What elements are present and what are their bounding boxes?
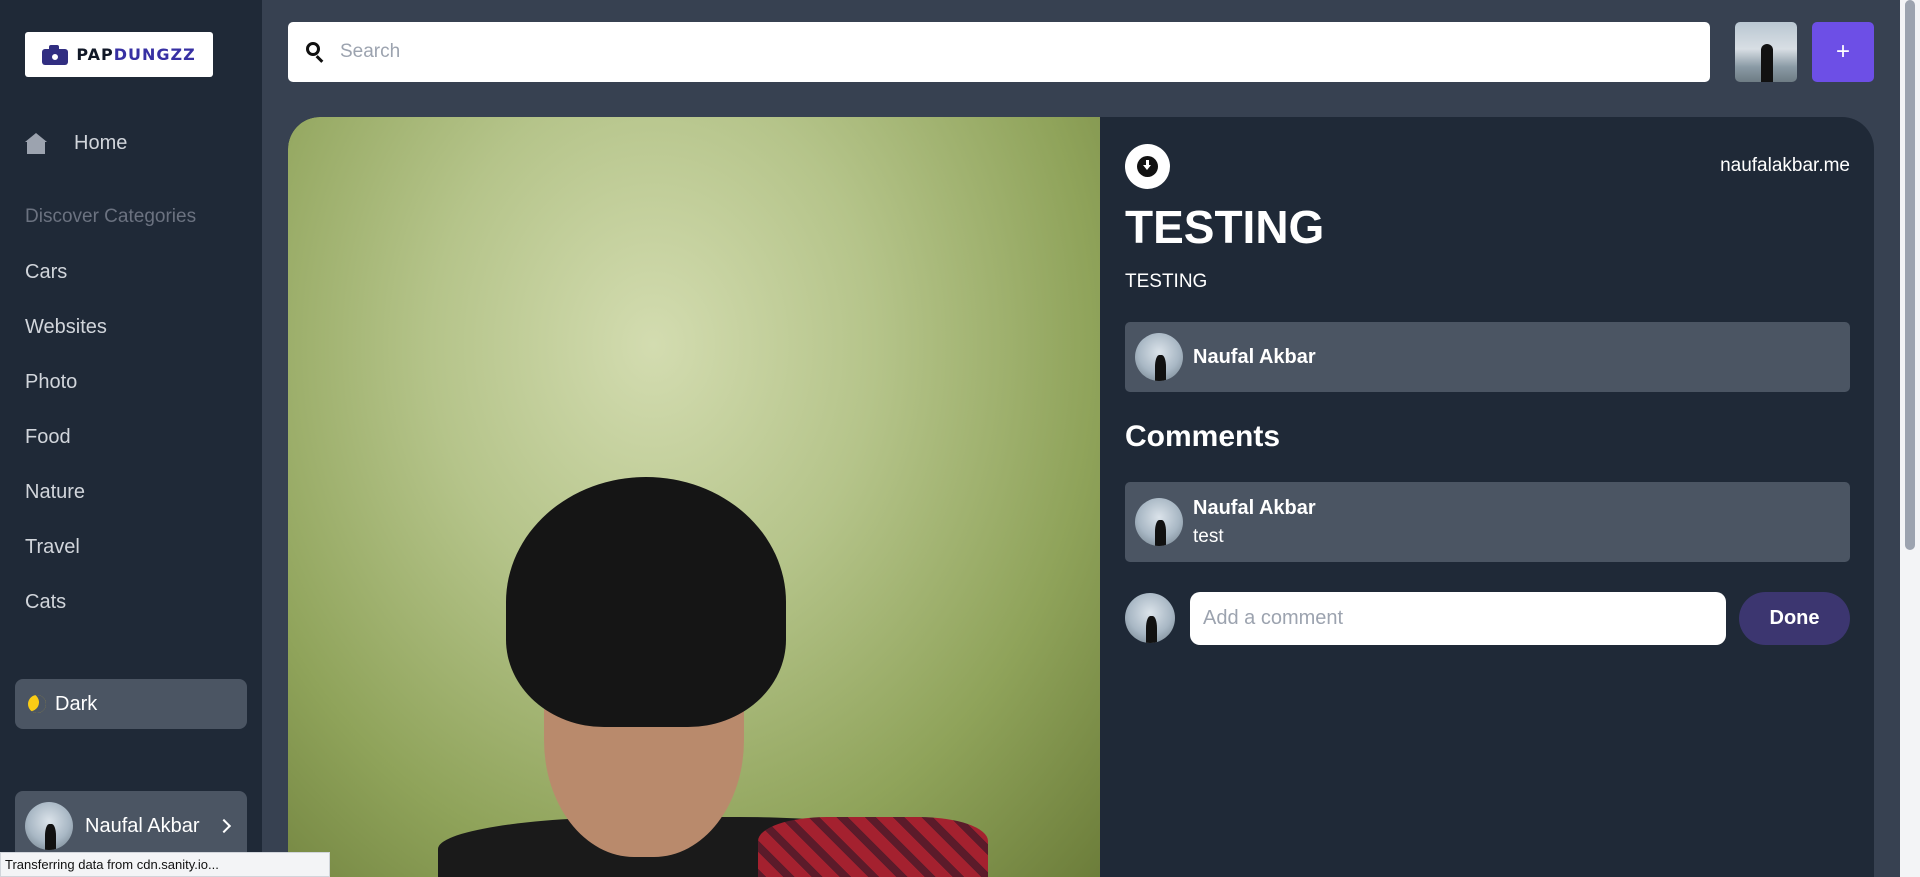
- sidebar: PAPDUNGZZ Home Discover Categories Cars …: [0, 0, 262, 877]
- page-scrollbar[interactable]: [1900, 0, 1920, 877]
- user-avatar-button[interactable]: [1735, 22, 1797, 82]
- camera-icon: [42, 44, 69, 65]
- sidebar-item-home[interactable]: Home: [25, 132, 127, 155]
- category-item-photo[interactable]: Photo: [25, 372, 107, 427]
- comment-item: Naufal Akbar test: [1125, 482, 1850, 562]
- pin-title: TESTING: [1125, 201, 1325, 253]
- dark-mode-label: Dark: [55, 692, 98, 715]
- download-icon: [1137, 156, 1158, 177]
- plus-icon: +: [1835, 38, 1850, 65]
- chevron-right-icon: [216, 818, 232, 834]
- category-item-travel[interactable]: Travel: [25, 537, 107, 592]
- avatar: [1135, 333, 1183, 381]
- search-bar: [288, 22, 1710, 82]
- home-icon: [25, 132, 47, 155]
- done-button[interactable]: Done: [1739, 592, 1850, 645]
- pin-image: [288, 117, 1100, 877]
- add-comment-row: Done: [1125, 592, 1850, 647]
- moon-icon: [25, 692, 49, 716]
- category-list: Cars Websites Photo Food Nature Travel C…: [25, 262, 107, 647]
- category-item-cars[interactable]: Cars: [25, 262, 107, 317]
- user-profile-link[interactable]: Naufal Akbar: [15, 791, 247, 861]
- pin-detail: naufalakbar.me TESTING TESTING Naufal Ak…: [288, 117, 1874, 877]
- comment-text: test: [1193, 525, 1224, 547]
- download-button[interactable]: [1125, 144, 1170, 189]
- comments-heading: Comments: [1125, 420, 1281, 453]
- pin-description: TESTING: [1125, 271, 1208, 292]
- user-name: Naufal Akbar: [85, 814, 200, 837]
- app-logo[interactable]: PAPDUNGZZ: [25, 32, 213, 77]
- logo-text: PAPDUNGZZ: [76, 45, 196, 64]
- sidebar-item-label: Home: [74, 132, 128, 154]
- comment-author: Naufal Akbar: [1193, 496, 1316, 519]
- avatar: [25, 802, 73, 850]
- search-input[interactable]: [340, 41, 1640, 63]
- scrollbar-thumb[interactable]: [1905, 0, 1915, 550]
- create-pin-button[interactable]: +: [1812, 22, 1874, 82]
- category-item-nature[interactable]: Nature: [25, 482, 107, 537]
- author-name: Naufal Akbar: [1193, 345, 1316, 368]
- comment-input[interactable]: [1190, 592, 1726, 645]
- category-item-cats[interactable]: Cats: [25, 592, 107, 647]
- search-icon: [306, 42, 326, 63]
- dark-mode-toggle[interactable]: Dark: [15, 679, 247, 729]
- destination-link[interactable]: naufalakbar.me: [1720, 155, 1850, 177]
- avatar: [1135, 498, 1183, 546]
- browser-status-bar: Transferring data from cdn.sanity.io...: [0, 852, 330, 877]
- category-item-websites[interactable]: Websites: [25, 317, 107, 372]
- avatar: [1125, 593, 1175, 643]
- pin-author[interactable]: Naufal Akbar: [1125, 322, 1850, 392]
- discover-categories-heading: Discover Categories: [25, 206, 197, 227]
- category-item-food[interactable]: Food: [25, 427, 107, 482]
